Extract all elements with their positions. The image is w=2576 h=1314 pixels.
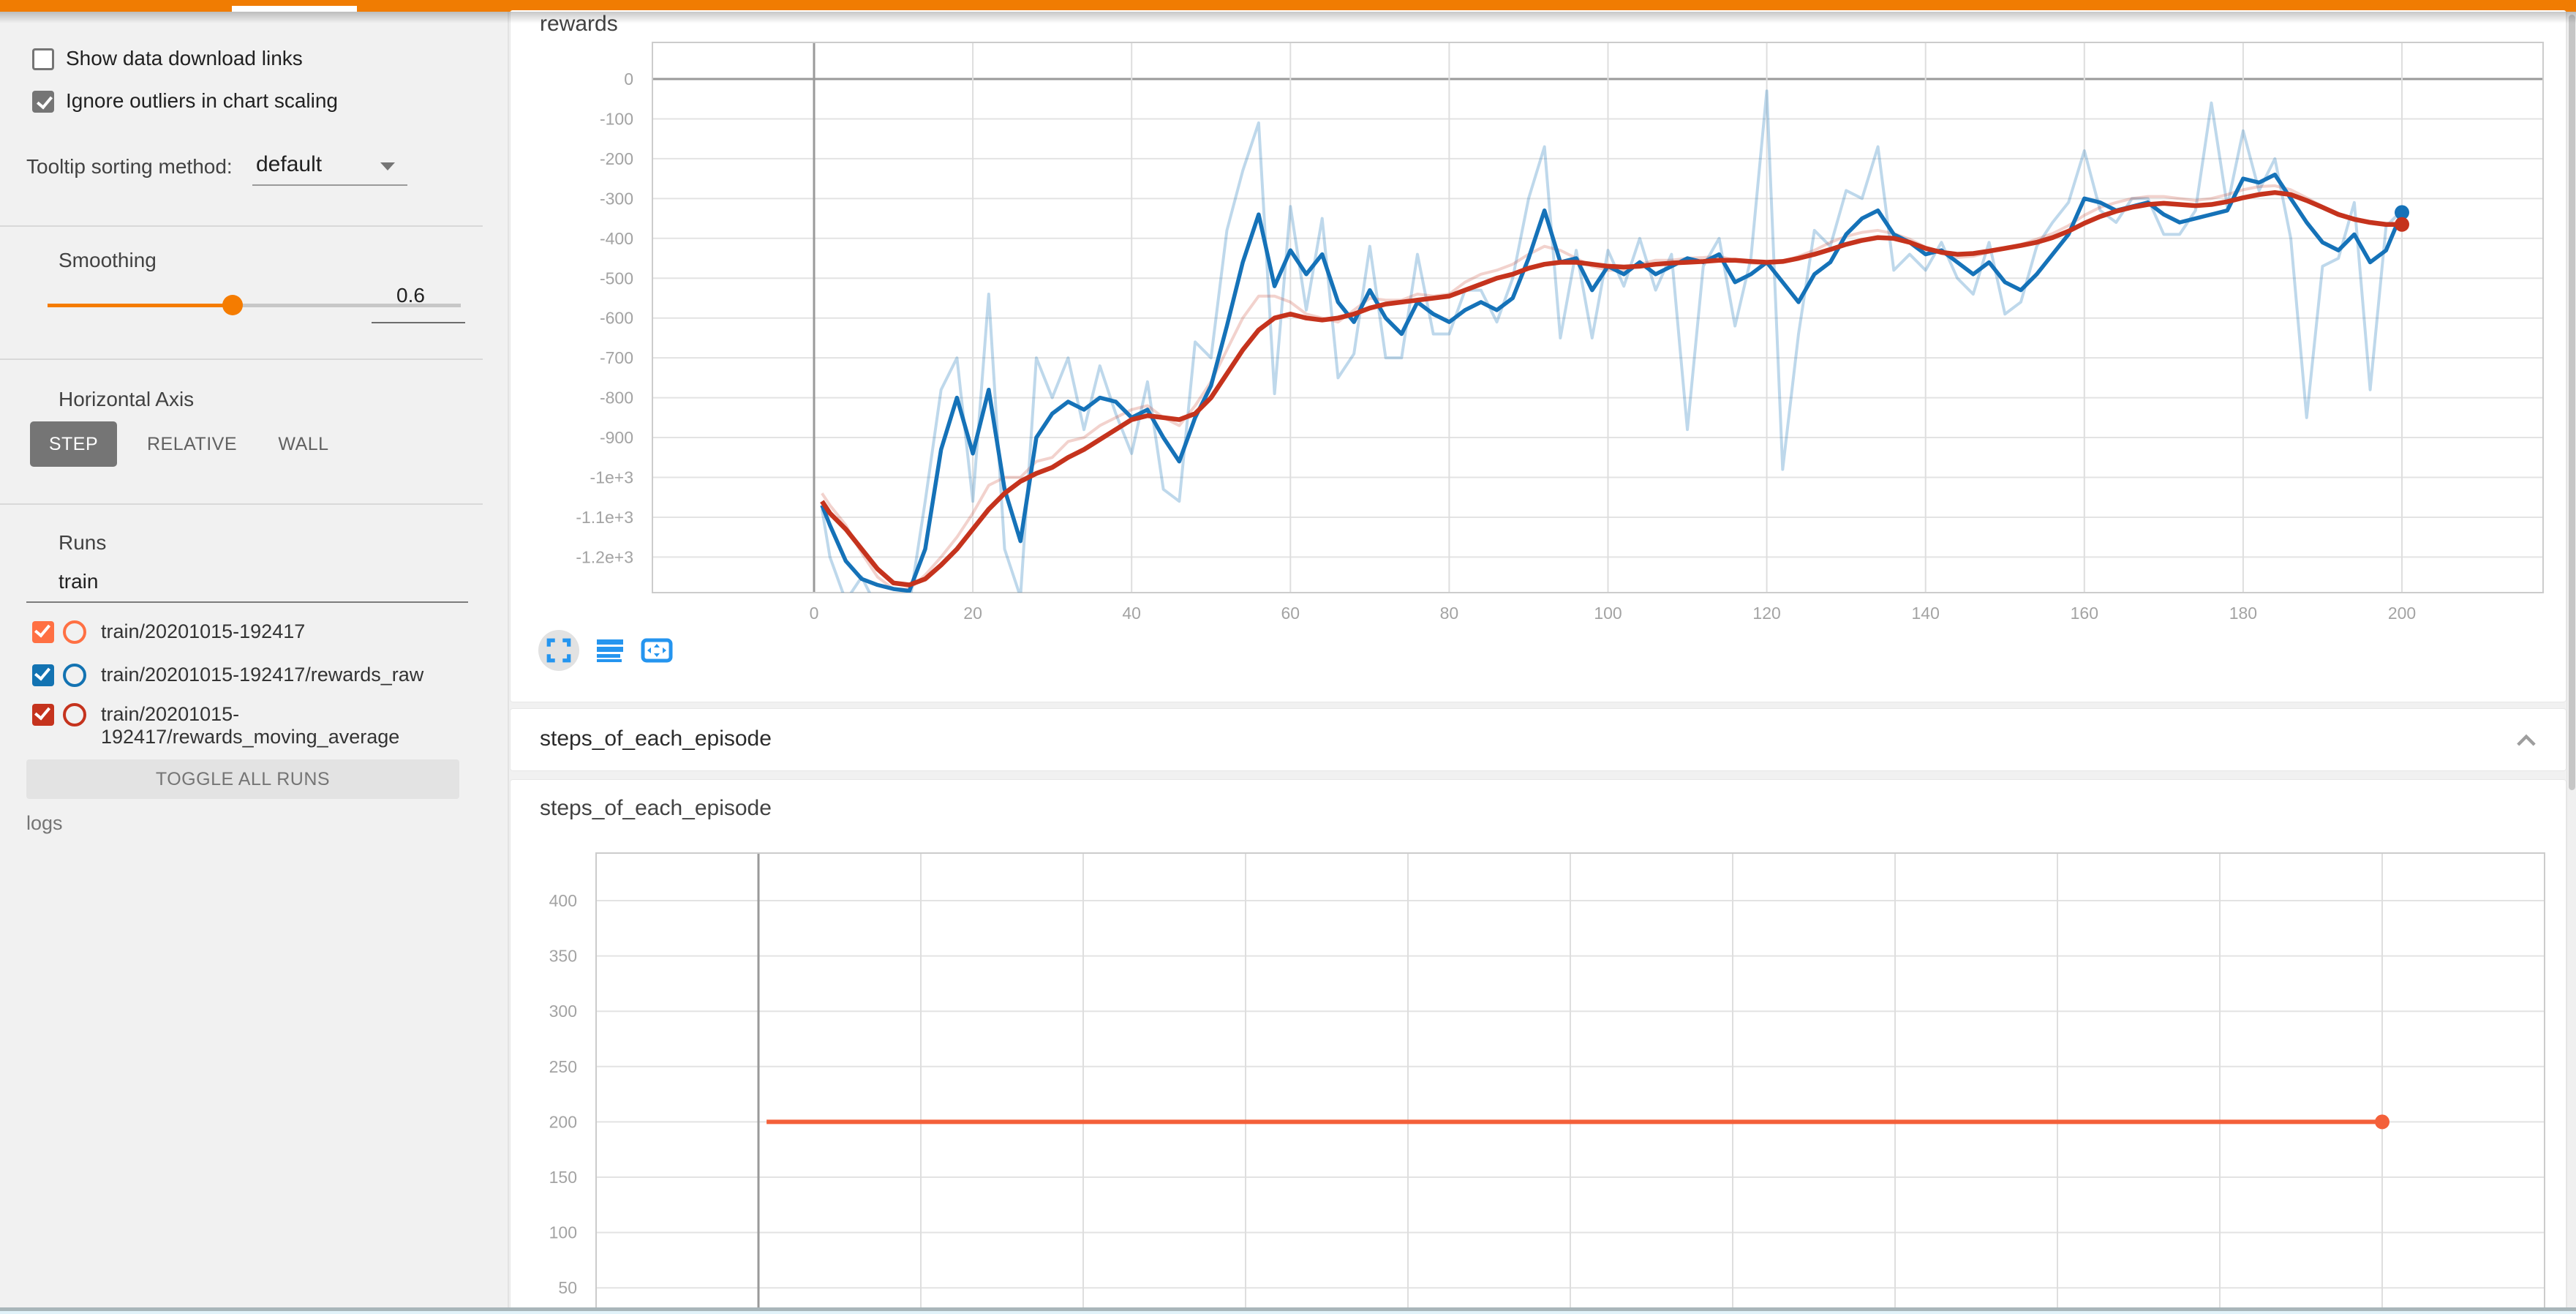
run-filter-underline — [26, 601, 468, 603]
axis-relative-button[interactable]: RELATIVE — [139, 421, 245, 467]
tooltip-sorting-label: Tooltip sorting method: — [26, 155, 233, 179]
run-checkbox[interactable] — [32, 664, 54, 686]
divider — [0, 503, 483, 505]
svg-text:-1e+3: -1e+3 — [590, 468, 633, 487]
run-label: train/20201015-192417/rewards_moving_ave… — [101, 703, 481, 748]
svg-text:300: 300 — [549, 1002, 577, 1021]
page-scrollbar[interactable] — [2566, 12, 2576, 1314]
svg-text:160: 160 — [2071, 604, 2098, 623]
horizontal-axis-label: Horizontal Axis — [59, 388, 194, 411]
svg-text:100: 100 — [1594, 604, 1622, 623]
svg-text:250: 250 — [549, 1057, 577, 1076]
svg-text:-400: -400 — [600, 229, 633, 248]
svg-text:80: 80 — [1440, 604, 1459, 623]
svg-text:-800: -800 — [600, 388, 633, 408]
run-label: train/20201015-192417 — [101, 620, 481, 643]
svg-text:-1.2e+3: -1.2e+3 — [576, 547, 633, 566]
logs-directory-label: logs — [26, 812, 63, 835]
show-data-download-links-label: Show data download links — [66, 47, 303, 70]
smoothing-label: Smoothing — [59, 249, 157, 272]
run-isolate-radio[interactable] — [63, 703, 86, 727]
tensorboard-window: Show data download links Ignore outliers… — [0, 0, 2576, 1314]
svg-text:-200: -200 — [600, 149, 633, 168]
run-filter-input[interactable] — [57, 569, 426, 594]
rewards-chart-card: rewards 0-100-200-300-400-500-600-700-80… — [510, 10, 2566, 702]
run-isolate-radio[interactable] — [63, 620, 86, 644]
svg-text:-900: -900 — [600, 428, 633, 447]
svg-text:0: 0 — [810, 604, 819, 623]
svg-text:400: 400 — [549, 891, 577, 910]
svg-text:120: 120 — [1752, 604, 1780, 623]
view-data-button[interactable] — [590, 630, 630, 671]
svg-text:0: 0 — [624, 70, 633, 89]
scrollbar-thumb[interactable] — [2569, 15, 2575, 790]
svg-text:50: 50 — [558, 1278, 577, 1297]
svg-text:180: 180 — [2229, 604, 2257, 623]
toggle-all-runs-button[interactable]: TOGGLE ALL RUNS — [26, 759, 459, 799]
svg-text:-1.1e+3: -1.1e+3 — [576, 508, 633, 527]
smoothing-slider-thumb[interactable] — [222, 295, 243, 315]
svg-text:-100: -100 — [600, 109, 633, 128]
run-isolate-radio[interactable] — [63, 664, 86, 687]
runs-section-label: Runs — [59, 531, 106, 555]
rewards-chart[interactable]: 0 -100 -200 -300 -400 -500 -600 -700 -800 -900 -1e… — [513, 32, 2561, 639]
svg-text:60: 60 — [1281, 604, 1300, 623]
svg-text:-700: -700 — [600, 348, 633, 367]
expand-chart-button[interactable] — [538, 630, 579, 671]
show-data-download-links-checkbox[interactable] — [32, 48, 54, 70]
divider — [0, 358, 483, 360]
divider — [0, 225, 483, 227]
smoothing-slider-fill — [48, 304, 233, 307]
steps-chart-title: steps_of_each_episode — [540, 796, 772, 821]
run-checkbox[interactable] — [32, 621, 54, 643]
svg-text:150: 150 — [549, 1168, 577, 1187]
ignore-outliers-label: Ignore outliers in chart scaling — [66, 89, 338, 113]
axis-step-button[interactable]: STEP — [30, 421, 117, 467]
svg-text:40: 40 — [1122, 604, 1141, 623]
svg-text:350: 350 — [549, 947, 577, 966]
check-icon — [37, 92, 53, 109]
collapse-chevron-icon[interactable] — [2512, 727, 2541, 756]
svg-text:100: 100 — [549, 1223, 577, 1242]
window-bottom-edge-highlight — [0, 1311, 2576, 1314]
svg-text:200: 200 — [2388, 604, 2416, 623]
svg-text:-300: -300 — [600, 189, 633, 208]
steps-chart-card: steps_of_each_episode 400 350 300 250 200 150… — [510, 779, 2566, 1314]
data-list-icon — [595, 637, 625, 664]
section-title: steps_of_each_episode — [540, 727, 772, 751]
svg-text:20: 20 — [963, 604, 982, 623]
svg-text:140: 140 — [1912, 604, 1940, 623]
fullscreen-icon — [545, 637, 573, 664]
smoothing-value-underline — [372, 322, 465, 323]
svg-text:200: 200 — [549, 1112, 577, 1131]
chevron-down-icon[interactable] — [380, 162, 395, 170]
settings-sidebar: Show data download links Ignore outliers… — [0, 12, 508, 1314]
svg-text:-500: -500 — [600, 269, 633, 288]
steps-section-header[interactable]: steps_of_each_episode — [510, 708, 2566, 771]
steps-chart[interactable]: 400 350 300 250 200 150 100 50 — [513, 827, 2561, 1313]
active-tab-indicator — [232, 6, 357, 12]
ignore-outliers-checkbox[interactable] — [32, 91, 54, 113]
smoothing-value-input[interactable]: 0.6 — [372, 284, 490, 307]
axis-wall-button[interactable]: WALL — [267, 421, 340, 467]
tooltip-sorting-underline — [252, 184, 407, 186]
fit-to-data-icon — [641, 637, 673, 664]
sidebar-divider — [508, 12, 509, 1314]
svg-text:-600: -600 — [600, 309, 633, 328]
fit-domain-button[interactable] — [636, 630, 677, 671]
run-checkbox[interactable] — [32, 704, 54, 726]
tooltip-sorting-select[interactable]: default — [256, 152, 322, 177]
run-label: train/20201015-192417/rewards_raw — [101, 664, 481, 686]
